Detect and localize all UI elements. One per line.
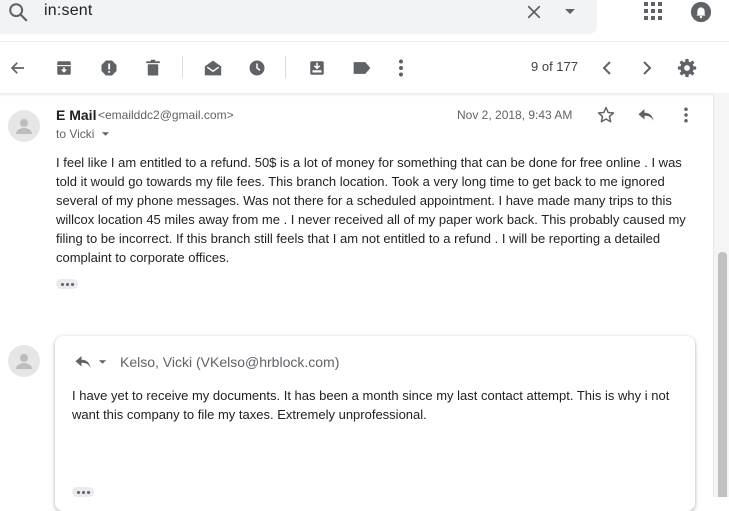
sender-avatar[interactable] [8, 110, 40, 142]
message-body: I feel like I am entitled to a refund. 5… [56, 155, 686, 265]
delete-icon[interactable] [141, 56, 165, 80]
notifications-icon[interactable] [689, 0, 713, 24]
reply-type-icon[interactable] [72, 352, 94, 372]
report-spam-icon[interactable] [97, 56, 121, 80]
header-divider [0, 41, 729, 42]
message-date: Nov 2, 2018, 9:43 AM [457, 108, 573, 122]
apps-grid-icon[interactable] [642, 0, 664, 22]
settings-icon[interactable] [675, 56, 699, 80]
search-icon[interactable] [6, 0, 30, 24]
mark-unread-icon[interactable] [201, 56, 225, 80]
toolbar-shadow [0, 93, 713, 97]
archive-icon[interactable] [52, 56, 76, 80]
reply-avatar [8, 345, 40, 377]
back-arrow-icon[interactable] [6, 56, 30, 80]
recipient-details-icon[interactable] [98, 128, 112, 140]
reply-icon[interactable] [635, 104, 657, 126]
snooze-icon[interactable] [245, 56, 269, 80]
scrollbar-thumb[interactable] [718, 252, 727, 497]
recipient-line[interactable]: to Vicki [56, 127, 112, 141]
reply-body-input[interactable]: I have yet to receive my documents. It h… [72, 386, 682, 424]
clear-search-icon[interactable] [522, 0, 546, 24]
toolbar-separator [182, 56, 183, 78]
move-to-icon[interactable] [305, 56, 329, 80]
search-bar[interactable]: in:sent [0, 0, 597, 34]
toolbar-separator [285, 56, 286, 78]
star-icon[interactable] [595, 104, 617, 126]
search-options-icon[interactable] [558, 0, 582, 24]
recipient-label: to Vicki [56, 127, 95, 141]
sender-name[interactable]: E Mail [56, 107, 96, 123]
show-trimmed-reply-button[interactable] [72, 487, 94, 497]
reply-type-dropdown-icon[interactable] [96, 356, 108, 368]
message-more-icon[interactable] [675, 104, 697, 126]
sender-email: <emailddc2@gmail.com> [98, 108, 234, 122]
label-icon[interactable] [350, 56, 374, 80]
chevron-left-icon[interactable] [595, 56, 619, 80]
search-input[interactable]: in:sent [44, 2, 93, 20]
chevron-right-icon[interactable] [635, 56, 659, 80]
reply-recipient[interactable]: Kelso, Vicki (VKelso@hrblock.com) [120, 354, 339, 370]
show-trimmed-content-button[interactable] [56, 279, 78, 289]
more-vert-icon[interactable] [389, 56, 413, 80]
page-counter: 9 of 177 [531, 59, 578, 74]
